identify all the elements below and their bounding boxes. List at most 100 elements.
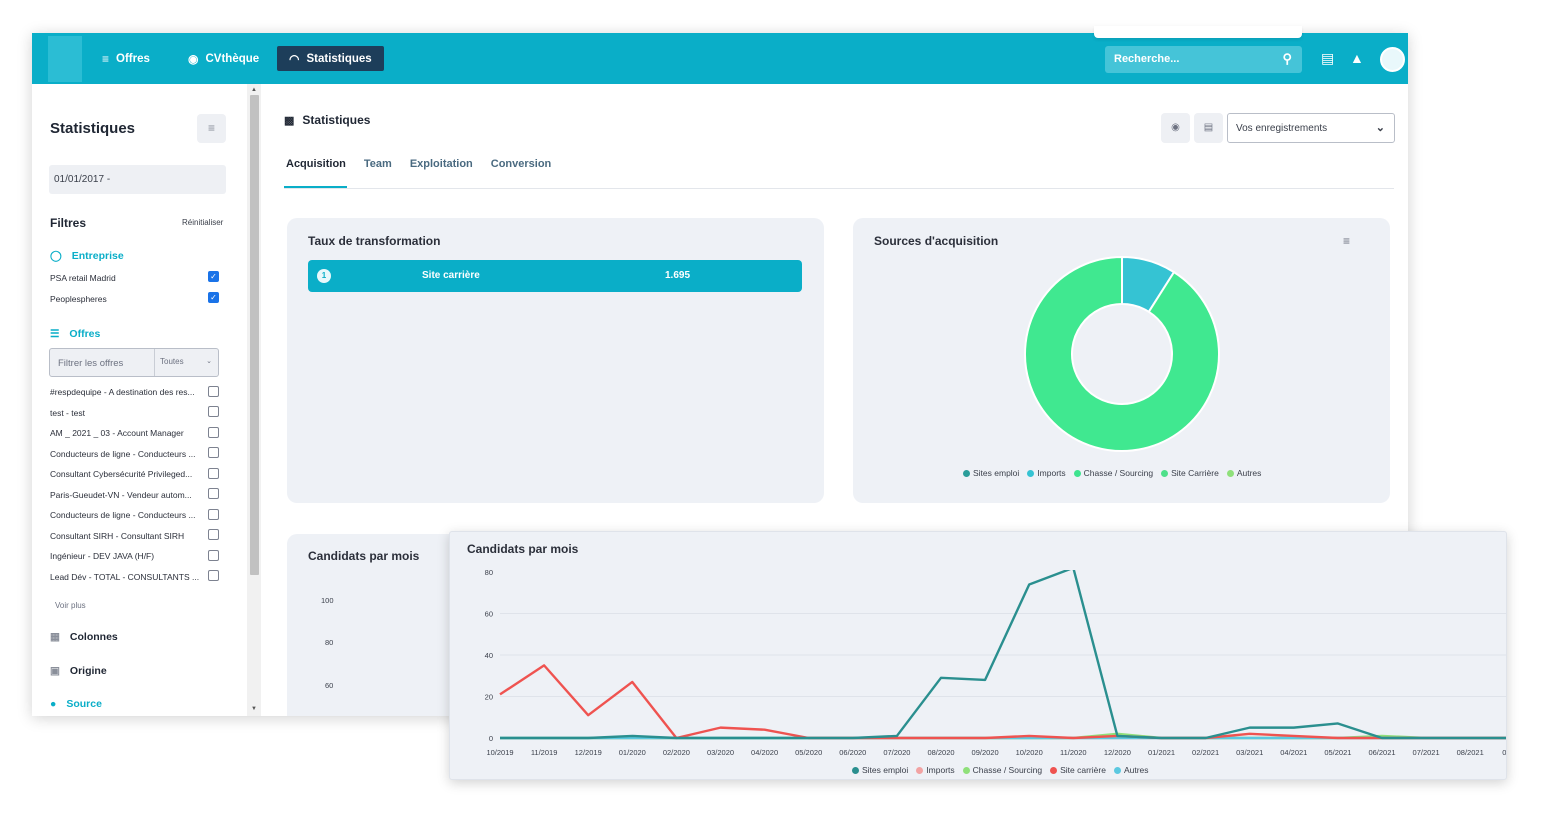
legend-item[interactable]: Sites emploi: [963, 468, 1019, 478]
entreprise-checkbox[interactable]: ✓: [208, 292, 219, 303]
scroll-up-icon[interactable]: ▲: [251, 87, 257, 93]
x-tick-label: 06/2021: [1368, 748, 1395, 757]
x-tick-label: 03/2020: [707, 748, 734, 757]
records-select-value: Vos enregistrements: [1236, 123, 1328, 134]
x-tick-label: 02/2021: [1192, 748, 1219, 757]
donut-chart: [1024, 255, 1220, 452]
tab-exploitation[interactable]: Exploitation: [410, 158, 473, 170]
date-range-field[interactable]: 01/01/2017 -: [49, 165, 226, 194]
x-tick-label: 02/2020: [663, 748, 690, 757]
bell-icon[interactable]: ▲: [1350, 50, 1364, 66]
section-entreprise-label: Entreprise: [71, 250, 124, 262]
user-circle-icon: ◉: [188, 51, 199, 66]
offres-filter-input[interactable]: Filtrer les offres Toutes ⌄: [49, 348, 219, 377]
nav-offres-label: Offres: [116, 52, 150, 65]
legend-dot: [963, 469, 970, 477]
legend-item[interactable]: Site Carrière: [1161, 468, 1219, 478]
search-placeholder: Recherche...: [1114, 53, 1180, 65]
entreprise-item: PSA retail Madrid: [50, 273, 116, 283]
tab-acquisition[interactable]: Acquisition: [286, 158, 346, 170]
y-tick-label: 0: [489, 734, 493, 743]
offre-checkbox[interactable]: [208, 509, 219, 520]
offre-checkbox[interactable]: [208, 488, 219, 499]
voir-plus-link[interactable]: Voir plus: [55, 601, 86, 610]
legend-item[interactable]: Site carrière: [1050, 765, 1106, 775]
line-legend: Sites emploi Imports Chasse / Sourcing S…: [852, 765, 1149, 775]
search-icon[interactable]: ⚲: [1282, 51, 1292, 67]
offre-item: Consultant SIRH - Consultant SIRH: [50, 531, 185, 541]
legend-label: Chasse / Sourcing: [972, 765, 1043, 775]
taux-row-label: Site carrière: [422, 270, 480, 281]
section-offres[interactable]: ☰ Offres: [50, 328, 100, 340]
offres-filter-select[interactable]: Toutes ⌄: [154, 349, 218, 376]
reset-filters-link[interactable]: Réinitialiser: [182, 218, 223, 227]
user-icon[interactable]: ◉: [1161, 113, 1190, 143]
x-tick-label: 04/2020: [751, 748, 778, 757]
nav-cvtheque[interactable]: ◉ CVthèque: [176, 46, 271, 71]
section-origine-label: Origine: [69, 665, 107, 677]
legend-dot: [1073, 469, 1081, 477]
taux-row[interactable]: 1 Site carrière 1.695: [308, 260, 802, 292]
scroll-down-icon[interactable]: ▼: [251, 706, 257, 712]
taux-title: Taux de transformation: [308, 234, 441, 248]
section-source[interactable]: ● Source: [50, 698, 102, 710]
nav-cvtheque-label: CVthèque: [205, 52, 260, 65]
offre-checkbox[interactable]: [208, 570, 219, 581]
section-origine[interactable]: ▣ Origine: [50, 665, 107, 677]
legend-item[interactable]: Chasse / Sourcing: [1073, 468, 1154, 478]
offre-checkbox[interactable]: [208, 468, 219, 479]
series-line-sites-emploi[interactable]: [500, 568, 1507, 740]
page-title-text: Statistiques: [302, 113, 371, 127]
offres-filter-placeholder: Filtrer les offres: [58, 358, 124, 369]
candidats-chart-panel: Candidats par mois 0 20 40 60 80 10/2019 11/20…: [449, 531, 1507, 780]
sources-card: Sources d'acquisition ≡ Sites emploi Imp…: [853, 218, 1390, 503]
legend-label: Chasse / Sourcing: [1083, 468, 1154, 478]
offre-checkbox[interactable]: [208, 427, 219, 438]
series-line-site-carri-re[interactable]: [499, 664, 1507, 740]
x-tick-label: 05/2021: [1324, 748, 1351, 757]
records-select[interactable]: Vos enregistrements ⌄: [1227, 113, 1395, 143]
candidats-title-background: Candidats par mois: [308, 549, 420, 563]
sidebar-toggle-icon[interactable]: ≡: [197, 114, 226, 143]
offre-checkbox[interactable]: [208, 550, 219, 561]
x-tick-label: 09/2020: [972, 748, 999, 757]
legend-dot: [852, 766, 859, 774]
y-tick-label: 60: [325, 681, 334, 690]
x-tick-label: 12/2020: [1104, 748, 1131, 757]
section-entreprise[interactable]: ◯ Entreprise: [50, 250, 124, 262]
legend-dot: [1027, 469, 1035, 477]
section-offres-label: Offres: [69, 328, 101, 340]
offre-item: #respdequipe - A destination des res...: [50, 387, 195, 397]
search-input[interactable]: Recherche... ⚲: [1105, 46, 1302, 73]
offre-item: test - test: [50, 408, 85, 418]
nav-statistiques[interactable]: ◠ Statistiques: [277, 46, 384, 71]
tab-conversion[interactable]: Conversion: [491, 158, 552, 170]
donut-legend: Sites emploi Imports Chasse / Sourcing S…: [963, 468, 1261, 478]
offre-checkbox[interactable]: [208, 406, 219, 417]
legend-item[interactable]: Imports: [916, 765, 955, 775]
section-colonnes[interactable]: ▦ Colonnes: [50, 631, 118, 643]
save-icon[interactable]: ▤: [1194, 113, 1223, 143]
tab-team[interactable]: Team: [364, 158, 392, 170]
legend-item[interactable]: Autres: [1113, 765, 1149, 775]
legend-item[interactable]: Autres: [1226, 468, 1261, 478]
sidebar-scrollbar-thumb[interactable]: [250, 95, 259, 575]
legend-item[interactable]: Imports: [1027, 468, 1066, 478]
x-tick-label: 01/2020: [619, 748, 646, 757]
legend-dot: [1113, 766, 1121, 774]
nav-offres[interactable]: ≡ Offres: [90, 46, 162, 71]
legend-item[interactable]: Chasse / Sourcing: [962, 765, 1043, 775]
avatar[interactable]: [1380, 47, 1405, 72]
logo[interactable]: [48, 36, 82, 82]
legend-item[interactable]: Sites emploi: [852, 765, 908, 775]
entreprise-checkbox[interactable]: ✓: [208, 271, 219, 282]
y-tick-label: 80: [325, 638, 334, 647]
offre-checkbox[interactable]: [208, 447, 219, 458]
donut-slice[interactable]: [1024, 255, 1220, 452]
clipboard-icon[interactable]: ▤: [1321, 50, 1334, 67]
y-tick-label: 100: [321, 596, 334, 605]
offre-checkbox[interactable]: [208, 386, 219, 397]
chevron-down-icon: ⌄: [206, 358, 212, 365]
active-tab-indicator: [284, 186, 347, 188]
offre-checkbox[interactable]: [208, 529, 219, 540]
